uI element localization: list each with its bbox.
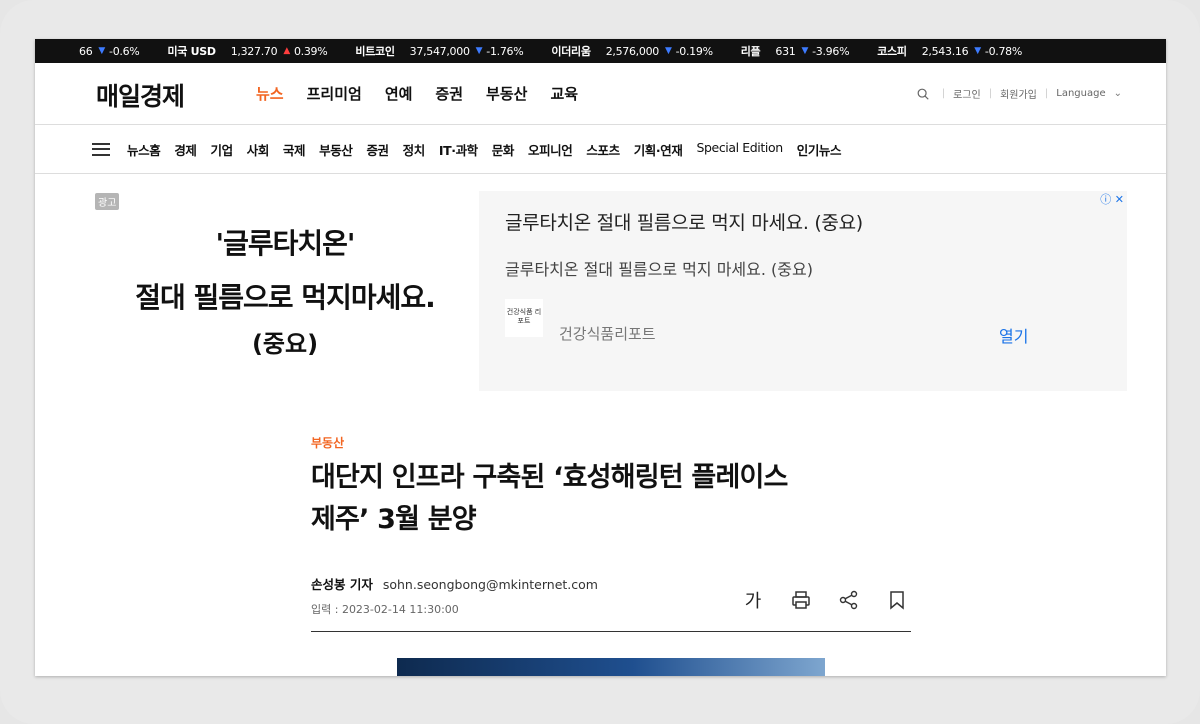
search-icon[interactable]	[916, 87, 930, 101]
header-utility: | 로그인 | 회원가입 | Language ⌄	[916, 86, 1122, 101]
nav-education[interactable]: 교육	[550, 83, 578, 104]
menu-icon[interactable]	[92, 142, 110, 156]
ticker-name: 코스피	[877, 45, 907, 58]
category-nav: 뉴스홈 경제 기업 사회 국제 부동산 증권 정치 IT·과학 문화 오피니언 스포츠 기획·연재 Spe…	[35, 125, 1166, 174]
site-logo[interactable]: 매일경제	[96, 77, 185, 113]
ticker-value: 631	[775, 44, 796, 58]
nav-entertainment[interactable]: 연예	[385, 83, 413, 104]
category-item[interactable]: 국제	[283, 140, 306, 159]
ad-thumbnail: 건강식품 리포트	[505, 299, 543, 337]
ticker-value: 37,547,000	[409, 44, 470, 58]
ad-badge: 광고	[95, 193, 120, 210]
ticker-name: 비트코인	[355, 45, 395, 58]
share-icon	[839, 590, 858, 610]
article-actions: 가	[741, 588, 933, 612]
article-image	[397, 658, 825, 676]
site-header: 매일경제 뉴스 프리미엄 연예 증권 부동산 교육 | 로그인 | 회원가입 |…	[35, 63, 1166, 125]
article-headline: 대단지 인프라 구축된 ‘효성해링턴 플레이스 제주’ 3월 분양	[311, 457, 911, 541]
ad-headline-2: 절대 필름으로 먹지마세요.	[135, 281, 436, 314]
category-item[interactable]: 기업	[211, 140, 234, 159]
divider: |	[941, 88, 946, 99]
ticker-value: 2,543.16	[921, 44, 969, 58]
market-ticker: 66 ▼ -0.6% 미국 USD 1,327.70 ▲ 0.39% 비트코인 37,547,0…	[35, 39, 1166, 63]
arrow-down-icon: ▼	[664, 46, 672, 56]
ad-source: 건강식품리포트	[559, 325, 656, 343]
arrow-up-icon: ▲	[283, 46, 290, 56]
text-ad[interactable]: ⓘ ✕ 글루타치온 절대 필름으로 먹지 마세요. (중요) 글루타치온 절대 …	[479, 191, 1127, 391]
ad-headline-1: '글루타치온'	[215, 227, 356, 260]
publish-date: 입력 : 2023-02-14 11:30:00	[311, 603, 459, 616]
ad-info-close-icon[interactable]: ⓘ ✕	[1100, 191, 1124, 207]
category-item[interactable]: 오피니언	[528, 140, 573, 159]
nav-stocks[interactable]: 증권	[435, 83, 463, 104]
ad-headline-3: (중요)	[251, 330, 319, 358]
page-viewport: 66 ▼ -0.6% 미국 USD 1,327.70 ▲ 0.39% 비트코인 37,547,0…	[35, 39, 1166, 676]
arrow-down-icon: ▼	[974, 46, 981, 56]
ticker-item[interactable]: 이더리움 2,576,000 ▼ -0.19%	[551, 43, 713, 59]
ticker-change: 0.39%	[293, 44, 328, 58]
category-item[interactable]: 정치	[403, 140, 426, 159]
font-size-button[interactable]: 가	[741, 588, 765, 612]
byline: 손성봉 기자 sohn.seongbong@mkinternet.com	[311, 574, 598, 593]
ad-title[interactable]: 글루타치온 절대 필름으로 먹지 마세요. (중요)	[505, 208, 863, 235]
main-nav: 뉴스 프리미엄 연예 증권 부동산 교육	[256, 83, 601, 104]
ticker-item[interactable]: 리플 631 ▼ -3.96%	[741, 43, 850, 59]
divider: |	[1044, 88, 1049, 99]
headline-line-1: 대단지 인프라 구축된 ‘효성해링턴 플레이스	[311, 462, 788, 493]
chevron-down-icon[interactable]: ⌄	[1114, 88, 1122, 99]
banner-ad[interactable]: 광고 '글루타치온' 절대 필름으로 먹지마세요. (중요)	[35, 184, 475, 384]
ticker-change: -3.96%	[812, 44, 850, 58]
signup-link[interactable]: 회원가입	[1000, 86, 1037, 101]
category-list: 뉴스홈 경제 기업 사회 국제 부동산 증권 정치 IT·과학 문화 오피니언 스포츠 기획·연재 Spe…	[127, 140, 855, 159]
category-item[interactable]: Special Edition	[696, 140, 783, 159]
category-item[interactable]: 기획·연재	[634, 140, 683, 159]
ad-description: 글루타치온 절대 필름으로 먹지 마세요. (중요)	[505, 260, 813, 279]
print-button[interactable]	[789, 588, 813, 612]
arrow-down-icon: ▼	[801, 46, 809, 56]
ticker-change: -0.78%	[984, 44, 1023, 58]
ticker-change: -0.19%	[675, 44, 713, 58]
bookmark-icon	[890, 591, 904, 610]
reporter-name[interactable]: 손성봉 기자	[311, 577, 373, 592]
ticker-value: 1,327.70	[230, 44, 278, 58]
ticker-name: 이더리움	[551, 45, 591, 58]
headline-line-2: 제주’ 3월 분양	[311, 504, 477, 535]
category-item[interactable]: 스포츠	[586, 140, 620, 159]
login-link[interactable]: 로그인	[953, 86, 981, 101]
category-item[interactable]: 인기뉴스	[797, 140, 842, 159]
arrow-down-icon: ▼	[98, 46, 106, 56]
nav-premium[interactable]: 프리미엄	[307, 83, 362, 104]
ad-open-button[interactable]: 열기	[999, 323, 1028, 347]
ticker-item[interactable]: 비트코인 37,547,000 ▼ -1.76%	[355, 43, 523, 59]
bookmark-button[interactable]	[885, 588, 909, 612]
share-button[interactable]	[837, 588, 861, 612]
language-select[interactable]: Language	[1056, 88, 1105, 99]
ticker-item[interactable]: 66 ▼ -0.6%	[79, 44, 140, 58]
category-item[interactable]: 증권	[366, 140, 389, 159]
browser-frame: 66 ▼ -0.6% 미국 USD 1,327.70 ▲ 0.39% 비트코인 37,547,0…	[0, 0, 1200, 724]
byline-divider	[311, 631, 911, 632]
ticker-change: -0.6%	[109, 44, 140, 58]
reporter-email[interactable]: sohn.seongbong@mkinternet.com	[383, 577, 598, 592]
category-item[interactable]: 문화	[492, 140, 515, 159]
category-item[interactable]: 경제	[174, 140, 197, 159]
category-item[interactable]: 부동산	[319, 140, 353, 159]
category-item[interactable]: IT·과학	[439, 140, 478, 159]
ticker-name: 미국 USD	[167, 45, 216, 58]
ticker-value: 2,576,000	[605, 44, 660, 58]
nav-news[interactable]: 뉴스	[256, 83, 284, 104]
ticker-item[interactable]: 미국 USD 1,327.70 ▲ 0.39%	[167, 43, 327, 59]
category-item[interactable]: 사회	[247, 140, 270, 159]
ticker-change: -1.76%	[486, 44, 524, 58]
ticker-value: 66	[79, 44, 93, 58]
category-item[interactable]: 뉴스홈	[127, 140, 161, 159]
ticker-name: 리플	[740, 45, 761, 58]
divider: |	[988, 88, 993, 99]
ticker-item[interactable]: 코스피 2,543.16 ▼ -0.78%	[877, 43, 1022, 59]
nav-realestate[interactable]: 부동산	[486, 83, 527, 104]
arrow-down-icon: ▼	[475, 46, 483, 56]
article-section[interactable]: 부동산	[311, 434, 344, 451]
print-icon	[792, 591, 810, 609]
